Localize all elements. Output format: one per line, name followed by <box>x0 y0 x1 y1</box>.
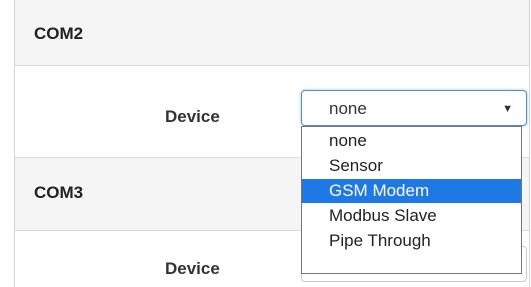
com2-device-label: Device <box>165 107 220 126</box>
com2-device-value: none <box>329 99 367 118</box>
com2-title: COM2 <box>34 24 84 43</box>
dropdown-option-pipe-through[interactable]: Pipe Through <box>302 229 521 253</box>
com2-device-dropdown: none Sensor GSM Modem Modbus Slave Pipe … <box>301 126 522 274</box>
dropdown-option-sensor[interactable]: Sensor <box>302 154 521 178</box>
com2-device-select[interactable]: none ▼ <box>301 90 527 126</box>
dropdown-option-modbus-slave[interactable]: Modbus Slave <box>302 204 521 228</box>
settings-panel: COM2 Device COM3 Device none ▼ none Sens… <box>14 0 530 287</box>
com3-device-label: Device <box>165 259 220 278</box>
dropdown-option-gsm-modem[interactable]: GSM Modem <box>302 179 521 203</box>
com2-section-header: COM2 <box>15 0 529 66</box>
chevron-down-icon: ▼ <box>502 103 513 115</box>
com3-title: COM3 <box>34 183 84 202</box>
dropdown-option-none[interactable]: none <box>302 129 521 153</box>
